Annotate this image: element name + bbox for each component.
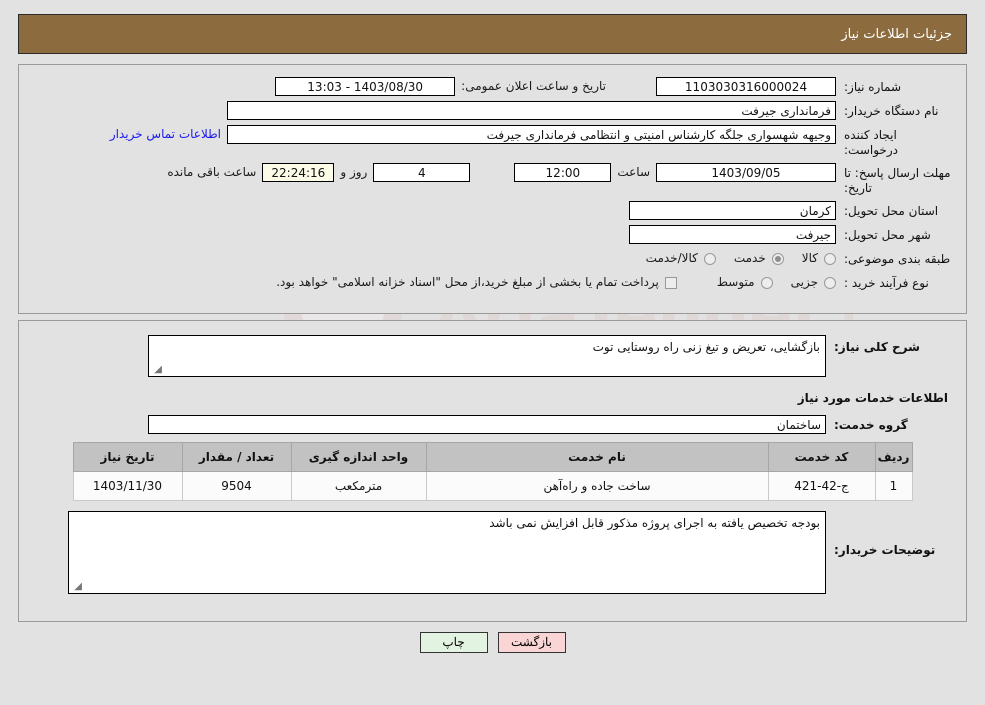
- service-group-value: ساختمان: [148, 415, 826, 434]
- deadline-date-value: 1403/09/05: [656, 163, 836, 182]
- category-option-khedmat[interactable]: خدمت: [734, 249, 784, 268]
- radio-motavaset-icon[interactable]: [760, 276, 773, 289]
- category-option-kala-khedmat[interactable]: کالا/خدمت: [646, 249, 716, 268]
- row-buyer-org: نام دستگاه خریدار: فرمانداری جیرفت: [31, 101, 954, 120]
- purchase-option-jozee[interactable]: جزیی: [791, 273, 836, 292]
- need-number-label: شماره نیاز:: [844, 80, 901, 94]
- row-need-number: شماره نیاز: 1103030316000024 تاریخ و ساع…: [31, 77, 954, 96]
- public-announce-label: تاریخ و ساعت اعلان عمومی:: [461, 79, 606, 93]
- purchase-option-jozee-label: جزیی: [790, 275, 818, 289]
- province-value: کرمان: [629, 201, 836, 220]
- need-summary-panel: شماره نیاز: 1103030316000024 تاریخ و ساع…: [18, 64, 967, 314]
- services-table: ردیف کد خدمت نام خدمت واحد اندازه گیری ت…: [72, 442, 913, 501]
- row-category: طبقه بندی موضوعی: کالا خدمت کالا/خدمت: [31, 249, 954, 268]
- purchase-type-label: نوع فرآیند خرید :: [844, 276, 929, 290]
- row-province: استان محل تحویل: کرمان: [31, 201, 954, 220]
- category-option-khedmat-label: خدمت: [733, 251, 766, 265]
- general-description-label: شرح کلی نیاز:: [834, 340, 920, 354]
- resize-grip-icon[interactable]: ◢: [72, 582, 82, 592]
- print-button[interactable]: چاپ: [419, 632, 488, 653]
- resize-grip-icon[interactable]: ◢: [152, 365, 162, 375]
- remaining-label: ساعت باقی مانده: [167, 165, 257, 179]
- buyer-notes-textarea[interactable]: بودجه تخصیص یافته به اجرای پروژه مذکور ق…: [68, 511, 826, 594]
- cell-date: 1403/11/30: [72, 471, 183, 501]
- page-title: جزئیات اطلاعات نیاز: [841, 26, 952, 42]
- cell-index: 1: [874, 471, 913, 501]
- deadline-time-value: 12:00: [514, 163, 612, 182]
- city-value: جیرفت: [629, 225, 836, 244]
- col-index: ردیف: [874, 442, 913, 472]
- radio-khedmat-icon[interactable]: [771, 252, 784, 265]
- col-date: تاریخ نیاز: [72, 442, 183, 472]
- category-label: طبقه بندی موضوعی:: [844, 252, 951, 266]
- checkbox-treasury-bond-icon[interactable]: [664, 276, 677, 289]
- days-remaining-value: 4: [373, 163, 471, 182]
- row-general-description: شرح کلی نیاز: بازگشایی، تعریض و تیغ زنی …: [31, 335, 954, 377]
- days-label: روز و: [340, 165, 368, 179]
- cell-quantity: 9504: [181, 471, 292, 501]
- row-city: شهر محل تحویل: جیرفت: [31, 225, 954, 244]
- service-group-label: گروه خدمت:: [834, 418, 908, 432]
- category-option-kala-label: کالا: [801, 251, 818, 265]
- radio-jozee-icon[interactable]: [824, 276, 836, 289]
- need-number-value: 1103030316000024: [656, 77, 836, 96]
- row-purchase-type: نوع فرآیند خرید : جزیی متوسط پرداخت تمام…: [31, 273, 954, 292]
- col-code: کد خدمت: [767, 442, 876, 472]
- footer-actions: بازگشت چاپ: [0, 632, 985, 653]
- treasury-bond-checkbox-group[interactable]: پرداخت تمام یا بخشی از مبلغ خرید،از محل …: [276, 273, 677, 292]
- row-buyer-notes: توضیحات خریدار: بودجه تخصیص یافته به اجر…: [31, 511, 954, 594]
- category-option-kala-khedmat-label: کالا/خدمت: [645, 251, 698, 265]
- row-deadline: مهلت ارسال پاسخ: تا تاریخ: 1403/09/05 سا…: [31, 163, 954, 196]
- public-announce-value: 1403/08/30 - 13:03: [275, 77, 456, 96]
- buyer-org-label: نام دستگاه خریدار:: [844, 104, 939, 118]
- treasury-bond-label: پرداخت تمام یا بخشی از مبلغ خرید،از محل …: [276, 275, 659, 289]
- cell-code: ج-42-421: [767, 471, 876, 501]
- table-header-row: ردیف کد خدمت نام خدمت واحد اندازه گیری ت…: [72, 442, 913, 472]
- time-remaining-value: 22:24:16: [262, 163, 335, 182]
- purchase-option-motavaset[interactable]: متوسط: [717, 273, 773, 292]
- buyer-org-value: فرمانداری جیرفت: [227, 101, 836, 120]
- category-option-kala[interactable]: کالا: [802, 249, 836, 268]
- table-row[interactable]: 1 ج-42-421 ساخت جاده و راه‌آهن مترمکعب 9…: [72, 471, 913, 501]
- row-service-group: گروه خدمت: ساختمان: [31, 415, 954, 434]
- general-description-value: بازگشایی، تعریض و تیغ زنی راه روستایی تو…: [592, 340, 820, 354]
- requester-value: وجیهه شهسواری جلگه کارشناس امنیتی و انتظ…: [227, 125, 836, 144]
- radio-kala-khedmat-icon[interactable]: [703, 252, 716, 265]
- hour-label: ساعت: [617, 165, 650, 179]
- back-button[interactable]: بازگشت: [497, 632, 566, 653]
- buyer-contact-link[interactable]: اطلاعات تماس خریدار: [104, 125, 227, 144]
- buyer-notes-value: بودجه تخصیص یافته به اجرای پروژه مذکور ق…: [489, 516, 820, 530]
- deadline-label: مهلت ارسال پاسخ: تا تاریخ:: [844, 166, 951, 195]
- radio-kala-icon[interactable]: [824, 252, 836, 265]
- purchase-option-motavaset-label: متوسط: [716, 275, 755, 289]
- cell-unit: مترمکعب: [290, 471, 427, 501]
- need-details-panel: شرح کلی نیاز: بازگشایی، تعریض و تیغ زنی …: [18, 320, 967, 622]
- city-label: شهر محل تحویل:: [844, 228, 931, 242]
- services-section-title: اطلاعات خدمات مورد نیاز: [797, 391, 948, 405]
- row-requester: ایجاد کننده درخواست: وجیهه شهسواری جلگه …: [31, 125, 954, 158]
- col-unit: واحد اندازه گیری: [290, 442, 427, 472]
- buyer-notes-label: توضیحات خریدار:: [834, 543, 936, 557]
- cell-name: ساخت جاده و راه‌آهن: [425, 471, 769, 501]
- col-quantity: تعداد / مقدار: [181, 442, 292, 472]
- general-description-textarea[interactable]: بازگشایی، تعریض و تیغ زنی راه روستایی تو…: [148, 335, 826, 377]
- window-title-bar: جزئیات اطلاعات نیاز: [18, 14, 967, 54]
- province-label: استان محل تحویل:: [844, 204, 939, 218]
- col-name: نام خدمت: [425, 442, 769, 472]
- requester-label: ایجاد کننده درخواست:: [844, 128, 898, 157]
